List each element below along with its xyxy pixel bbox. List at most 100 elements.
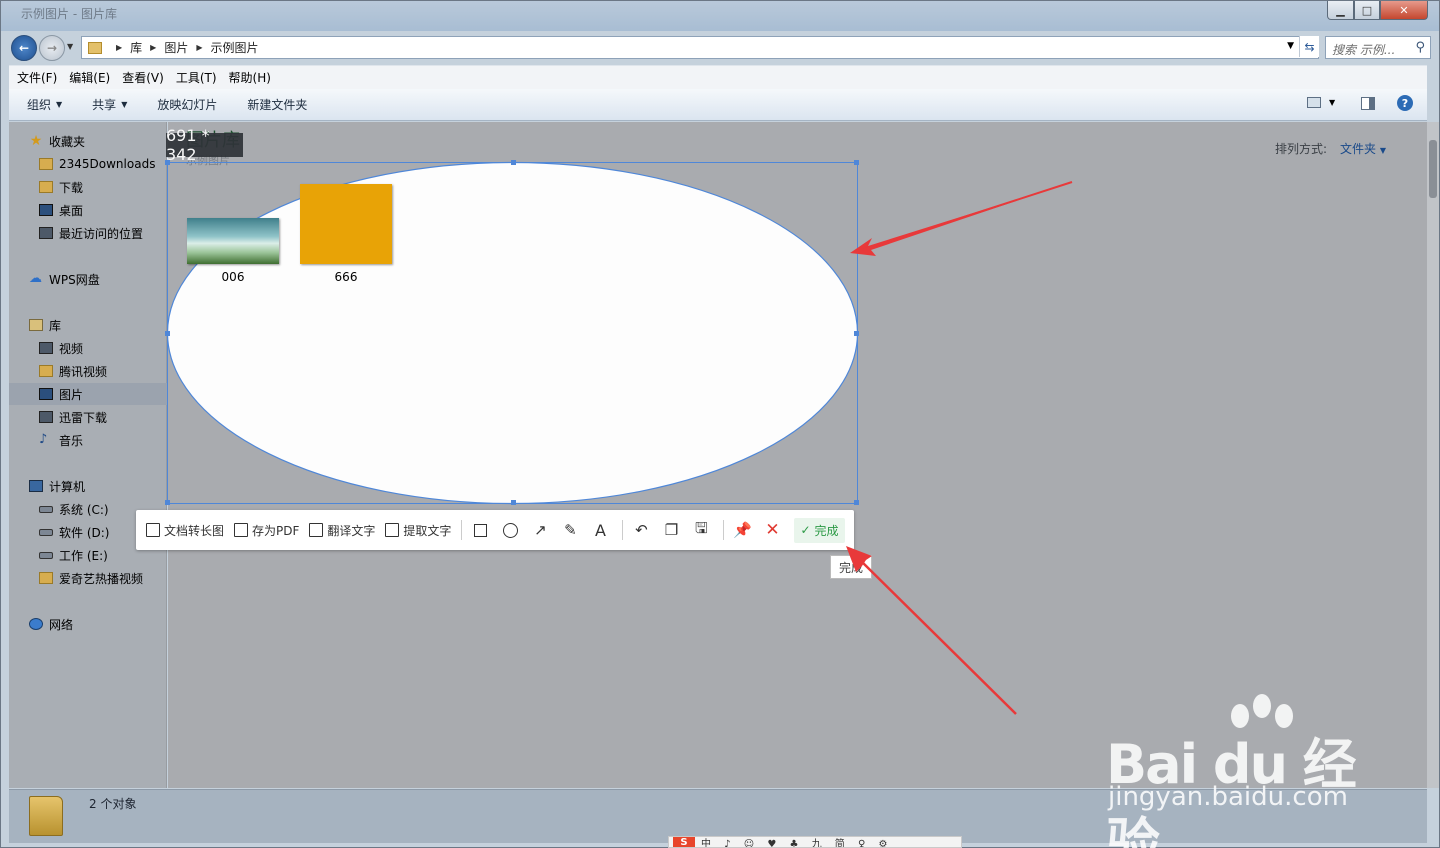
sidebar-item-computer[interactable]: 计算机 (9, 475, 167, 497)
text-tool[interactable]: A (592, 521, 608, 540)
forward-button[interactable]: → (39, 35, 65, 61)
menu-file[interactable]: 文件(F) (17, 69, 57, 86)
resize-handle[interactable] (854, 500, 859, 505)
resize-handle[interactable] (165, 331, 170, 336)
slideshow-button[interactable]: 放映幻灯片 (157, 96, 217, 113)
pen-tool[interactable]: ✎ (562, 521, 578, 539)
resize-handle[interactable] (165, 500, 170, 505)
menu-view[interactable]: 查看(V) (122, 69, 164, 86)
pin-button[interactable]: 📌 (733, 521, 752, 539)
refresh-button[interactable]: ⇆ (1299, 36, 1319, 57)
translate-button[interactable]: 翻译文字 (309, 522, 375, 539)
sidebar-item-favorites[interactable]: ★ 收藏夹 (9, 130, 167, 152)
sidebar-item-iqiyi[interactable]: 爱奇艺热播视频 (9, 567, 167, 589)
sidebar-item-downloads[interactable]: 下载 (9, 176, 167, 198)
search-placeholder: 搜索 示例... (1332, 43, 1396, 57)
organize-button[interactable]: 组织 ▼ (27, 96, 62, 113)
sidebar-item-recent-places[interactable]: 最近访问的位置 (9, 222, 167, 244)
menu-help[interactable]: 帮助(H) (229, 69, 271, 86)
file-item[interactable]: 006 (187, 218, 279, 284)
watermark-url: jingyan.baidu.com (1108, 782, 1348, 812)
extract-text-icon (385, 523, 400, 537)
folder-icon (39, 158, 53, 170)
share-label: 共享 (92, 98, 117, 112)
breadcrumb-library[interactable]: 库 (130, 39, 142, 56)
sidebar-item-network[interactable]: 网络 (9, 613, 167, 635)
sidebar-item-label: 计算机 (49, 479, 86, 494)
sidebar-item-label: WPS网盘 (49, 272, 100, 287)
sort-value: 文件夹 (1340, 142, 1377, 156)
sidebar-item-wps-cloud[interactable]: ☁ WPS网盘 (9, 268, 167, 290)
cancel-button[interactable]: ✕ (764, 520, 780, 540)
sidebar-item-pictures[interactable]: 图片 (9, 383, 167, 405)
resize-handle[interactable] (854, 160, 859, 165)
folder-icon (39, 572, 53, 584)
resize-handle[interactable] (854, 331, 859, 336)
capture-selection[interactable] (165, 160, 859, 505)
share-button[interactable]: 共享 ▼ (92, 96, 127, 113)
title-bar[interactable]: 示例图片 - 图片库 ▁ □ ✕ (1, 1, 1439, 31)
system-drive-icon (39, 505, 53, 513)
menu-tools[interactable]: 工具(T) (176, 69, 217, 86)
resize-handle[interactable] (511, 500, 516, 505)
file-item[interactable]: 666 (300, 184, 392, 284)
back-button[interactable]: ← (11, 35, 37, 61)
rectangle-tool[interactable] (472, 522, 488, 538)
sidebar-item-libraries[interactable]: 库 (9, 314, 167, 336)
view-dropdown-icon[interactable]: ▼ (1329, 98, 1335, 107)
preview-pane-icon[interactable] (1361, 97, 1375, 110)
chevron-right-icon[interactable]: ▶ (196, 43, 202, 52)
search-icon[interactable]: ⚲ (1415, 40, 1425, 55)
save-button[interactable]: 🖫 (693, 519, 709, 538)
check-icon: ✓ (800, 523, 811, 537)
ime-toolbar[interactable]: S 中 ♪ ☺ ♥ ♣ 九 简 ♀ ⚙ (668, 836, 962, 848)
ellipse-tool[interactable] (502, 522, 518, 538)
sidebar-item-thunder-downloads[interactable]: 迅雷下载 (9, 406, 167, 428)
sidebar-item-label: 软件 (D:) (59, 525, 110, 540)
address-bar[interactable]: ▶ 库 ▶ 图片 ▶ 示例图片 ▼ (81, 36, 1319, 59)
sort-dropdown[interactable]: 文件夹 ▼ (1340, 140, 1386, 157)
scroll-thumb[interactable] (1429, 140, 1437, 198)
sidebar-item-music[interactable]: ♪ 音乐 (9, 429, 167, 451)
arrow-tool[interactable]: ↗ (532, 521, 548, 539)
extract-text-label: 提取文字 (403, 523, 452, 538)
minimize-button[interactable]: ▁ (1327, 1, 1354, 20)
sidebar-item-videos[interactable]: 视频 (9, 337, 167, 359)
extract-text-button[interactable]: 提取文字 (385, 522, 451, 539)
refresh-icon: ⇆ (1304, 39, 1315, 54)
close-button[interactable]: ✕ (1380, 1, 1428, 20)
resize-handle[interactable] (511, 160, 516, 165)
toolbar-divider (461, 520, 463, 540)
chevron-right-icon[interactable]: ▶ (150, 43, 156, 52)
search-input[interactable]: 搜索 示例... ⚲ (1325, 36, 1431, 59)
long-image-icon (146, 523, 160, 537)
star-icon: ★ (29, 133, 43, 149)
view-options-icon[interactable] (1307, 97, 1321, 108)
drive-icon (39, 551, 53, 559)
download-folder-icon (39, 181, 53, 193)
sidebar-item-label: 桌面 (59, 203, 84, 218)
chevron-right-icon[interactable]: ▶ (116, 43, 122, 52)
folder-icon (88, 41, 102, 54)
resize-handle[interactable] (165, 160, 170, 165)
save-pdf-button[interactable]: 存为PDF (234, 522, 299, 539)
breadcrumb-pictures[interactable]: 图片 (164, 39, 188, 56)
breadcrumb-sample-pictures[interactable]: 示例图片 (211, 39, 259, 56)
menu-edit[interactable]: 编辑(E) (69, 69, 110, 86)
help-icon[interactable]: ? (1397, 95, 1413, 111)
new-folder-button[interactable]: 新建文件夹 (247, 96, 307, 113)
sidebar-item-2345downloads[interactable]: 2345Downloads (9, 153, 167, 175)
sidebar-item-desktop[interactable]: 桌面 (9, 199, 167, 221)
long-image-button[interactable]: 文档转长图 (146, 522, 224, 539)
circle-icon (502, 522, 518, 538)
sidebar-item-label: 2345Downloads (59, 157, 156, 171)
done-button[interactable]: ✓ 完成 (794, 517, 845, 543)
maximize-button[interactable]: □ (1354, 1, 1380, 20)
vertical-scrollbar[interactable] (1427, 122, 1439, 788)
history-dropdown-icon[interactable]: ▼ (67, 42, 73, 51)
address-dropdown-icon[interactable]: ▼ (1287, 41, 1294, 51)
undo-button[interactable]: ↶ (633, 521, 649, 539)
sidebar-item-tencent-video[interactable]: 腾讯视频 (9, 360, 167, 382)
copy-button[interactable]: ❐ (663, 521, 679, 539)
window-title: 示例图片 - 图片库 (21, 7, 117, 21)
